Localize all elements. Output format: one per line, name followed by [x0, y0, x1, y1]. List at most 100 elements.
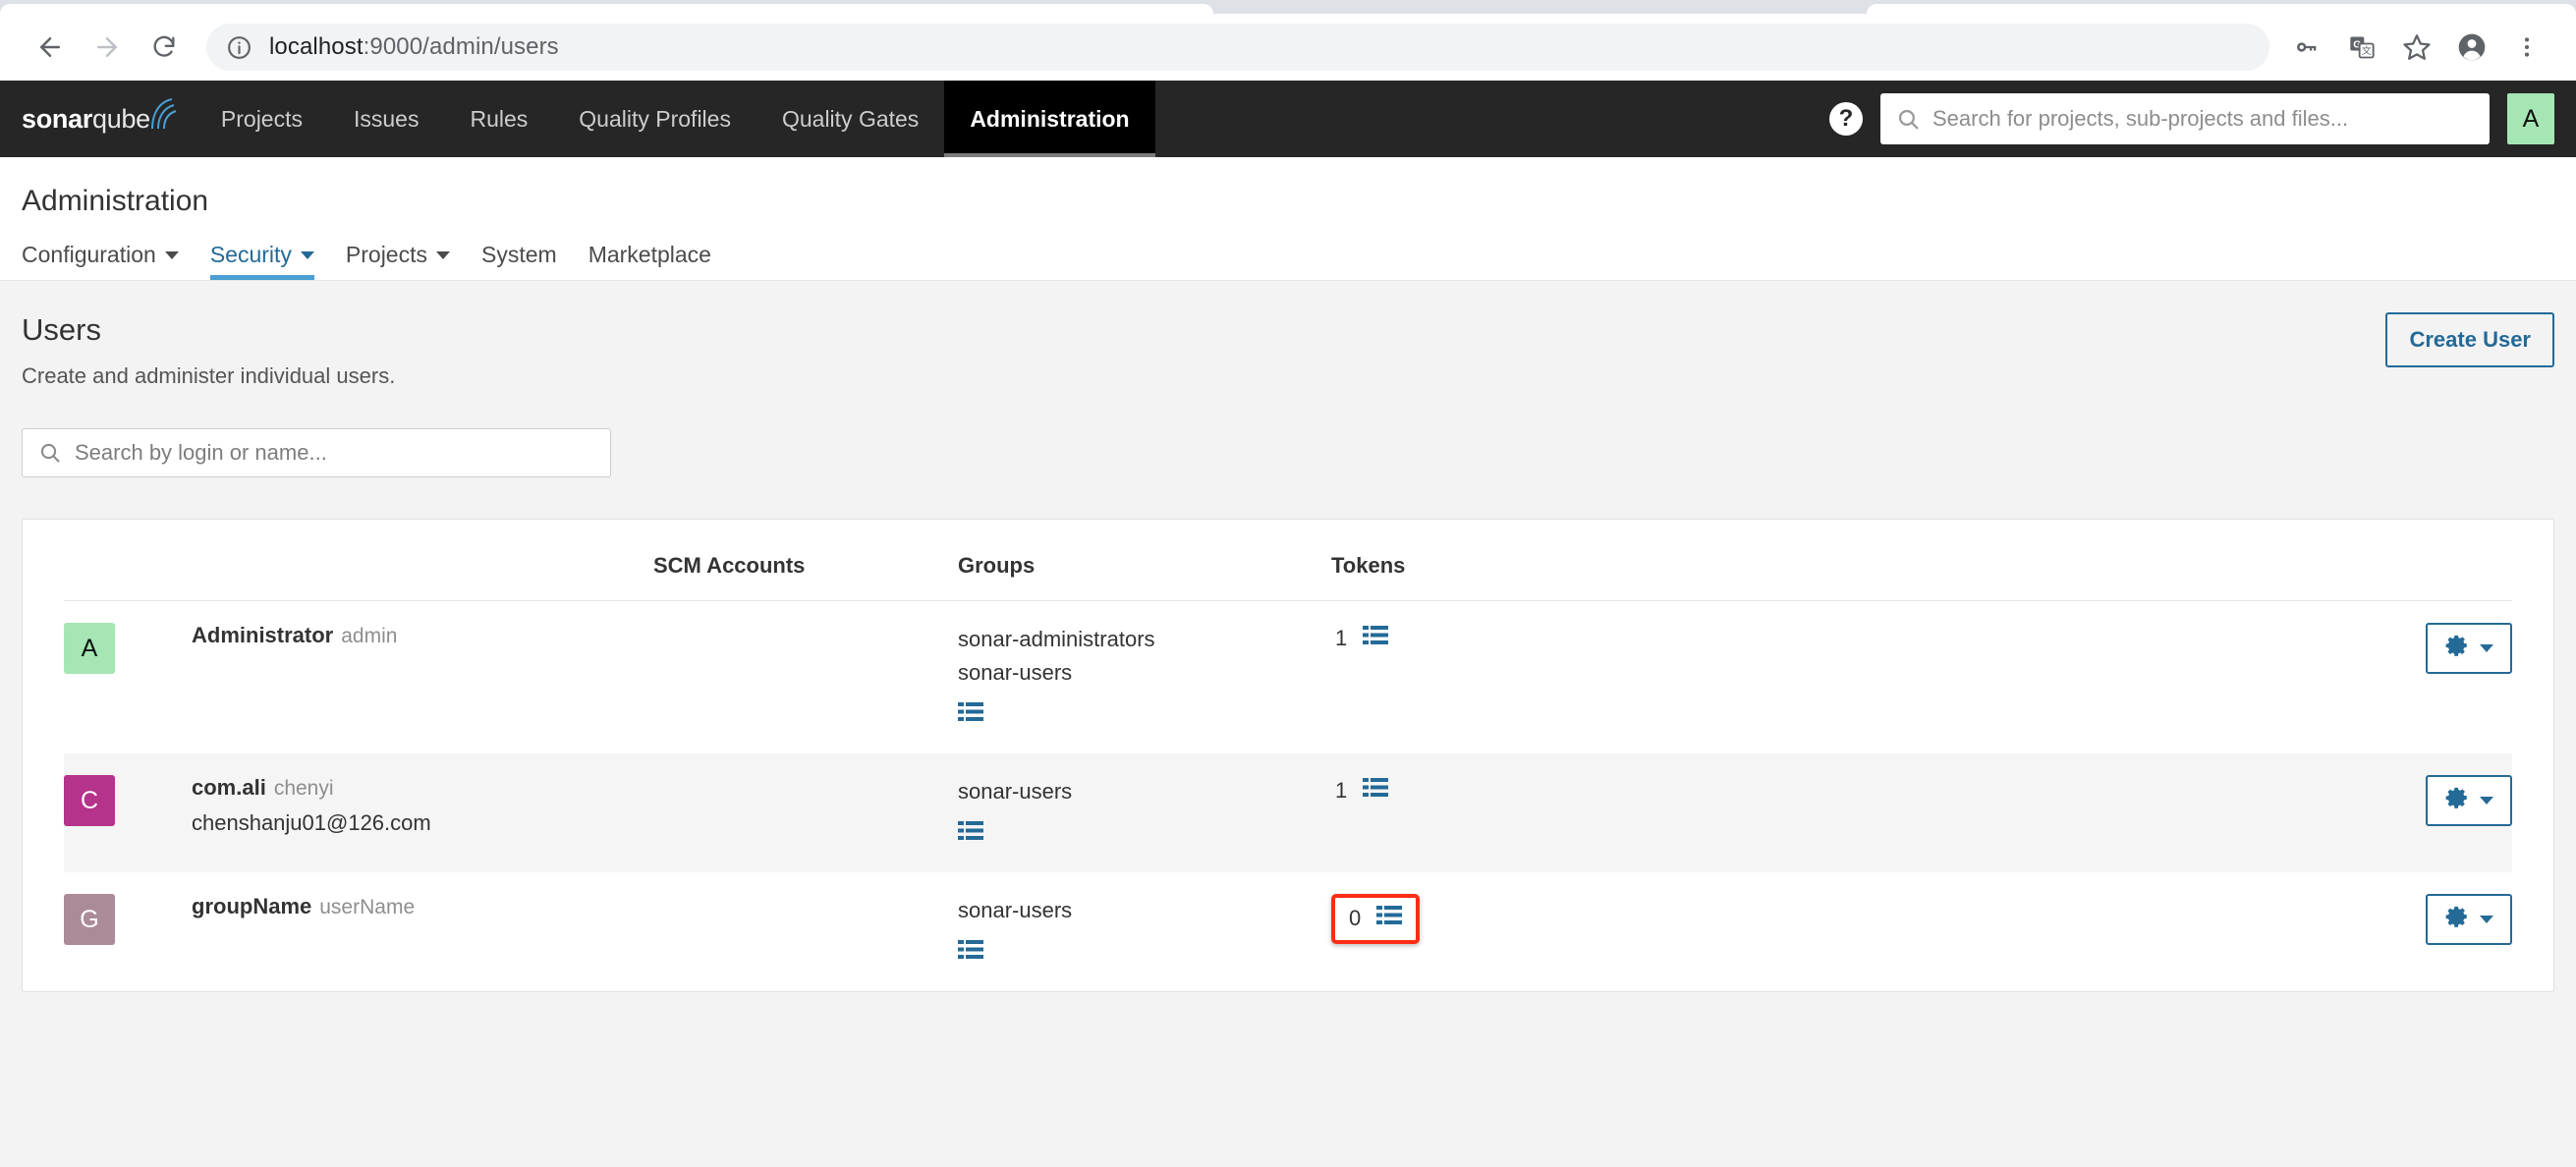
tokens-group-highlighted[interactable]: 0 — [1331, 894, 1421, 945]
nav-item-issues[interactable]: Issues — [328, 81, 444, 157]
tab-label: Security — [209, 242, 292, 267]
profile-icon[interactable] — [2444, 20, 2499, 75]
group-name: sonar-users — [958, 660, 1073, 686]
cell-scm-accounts — [653, 872, 958, 991]
tab-marketplace[interactable]: Marketplace — [573, 242, 727, 280]
password-key-icon[interactable] — [2279, 20, 2334, 75]
navbar-right-group: ? Search for projects, sub-projects and … — [1829, 81, 2576, 157]
user-login: userName — [319, 896, 416, 919]
sonar-wave-icon — [150, 98, 177, 130]
tab-system[interactable]: System — [466, 242, 573, 280]
user-login: admin — [341, 625, 398, 647]
table-row[interactable]: G groupName userName sonar-users 0 — [64, 872, 2512, 991]
global-search-input[interactable]: Search for projects, sub-projects and fi… — [1880, 93, 2490, 144]
cell-actions — [1773, 601, 2512, 754]
back-arrow-icon[interactable] — [22, 19, 79, 76]
more-menu-icon[interactable] — [2499, 20, 2554, 75]
nav-item-rules[interactable]: Rules — [444, 81, 553, 157]
nav-item-administration[interactable]: Administration — [944, 81, 1155, 157]
site-info-icon[interactable] — [226, 34, 252, 61]
page-subtitle: Create and administer individual users. — [22, 363, 396, 388]
cell-tokens: 0 — [1331, 872, 1773, 991]
avatar[interactable]: A — [2507, 93, 2554, 144]
nav-item-quality-gates[interactable]: Quality Gates — [756, 81, 944, 157]
tab-label: System — [481, 242, 557, 267]
cell-avatar: G — [64, 872, 192, 991]
tokens-count: 1 — [1335, 625, 1348, 650]
cell-scm-accounts — [653, 753, 958, 873]
group-name: sonar-users — [958, 898, 1073, 923]
cell-tokens: 1 — [1331, 601, 1773, 754]
col-groups: Groups — [958, 520, 1331, 601]
user-name: com.ali — [192, 775, 266, 801]
tab-projects[interactable]: Projects — [330, 242, 466, 280]
sonarqube-logo[interactable]: sonarqube — [0, 81, 196, 157]
row-settings-button[interactable] — [2426, 894, 2512, 946]
avatar-letter: C — [80, 786, 99, 814]
nav-label: Quality Profiles — [579, 105, 731, 132]
table-row[interactable]: A Administrator admin sonar-administrator… — [64, 601, 2512, 754]
create-user-button[interactable]: Create User — [2385, 312, 2554, 367]
logo-thin-text: qube — [92, 103, 150, 134]
help-icon[interactable]: ? — [1829, 102, 1863, 136]
user-login: chenyi — [273, 777, 334, 801]
browser-tab[interactable] — [0, 4, 1213, 14]
row-settings-button[interactable] — [2426, 623, 2512, 674]
translate-icon[interactable]: G文 — [2334, 20, 2389, 75]
table-header: SCM Accounts Groups Tokens — [64, 520, 2512, 601]
nav-label: Rules — [470, 105, 529, 132]
tab-configuration[interactable]: Configuration — [22, 242, 195, 280]
browser-tab[interactable] — [1867, 4, 2576, 14]
cell-avatar: A — [64, 601, 192, 754]
admin-tabs: Configuration Security Projects System M… — [0, 242, 2576, 280]
cell-tokens: 1 — [1331, 753, 1773, 873]
nav-item-quality-profiles[interactable]: Quality Profiles — [553, 81, 756, 157]
nav-item-projects[interactable]: Projects — [196, 81, 328, 157]
cell-user: groupName userName — [192, 872, 653, 991]
user-name: groupName — [192, 894, 312, 919]
list-icon[interactable] — [958, 939, 983, 966]
cell-avatar: C — [64, 753, 192, 873]
tokens-group[interactable]: 1 — [1331, 623, 1392, 653]
tokens-count: 1 — [1335, 777, 1348, 803]
logo-bold-text: sonar — [22, 103, 93, 134]
cell-groups: sonar-users — [958, 872, 1331, 991]
cell-actions — [1773, 753, 2512, 873]
page-title: Users — [22, 312, 101, 347]
help-glyph: ? — [1838, 105, 1854, 132]
list-icon[interactable] — [1376, 905, 1403, 931]
chevron-down-icon — [2480, 916, 2493, 924]
search-input[interactable]: Search by login or name... — [22, 428, 611, 477]
list-icon[interactable] — [1363, 625, 1389, 651]
gear-icon — [2444, 785, 2470, 816]
forward-arrow-icon[interactable] — [79, 19, 136, 76]
list-icon[interactable] — [1363, 777, 1389, 804]
chevron-down-icon — [436, 250, 450, 259]
chevron-down-icon — [2480, 644, 2493, 652]
tab-label: Marketplace — [588, 242, 711, 267]
reload-icon[interactable] — [136, 19, 193, 76]
address-bar[interactable]: localhost:9000/admin/users — [206, 24, 2269, 71]
tab-security[interactable]: Security — [195, 242, 330, 280]
gear-icon — [2444, 633, 2470, 664]
tab-label: Projects — [345, 242, 427, 267]
list-icon[interactable] — [958, 701, 983, 728]
page-header: Users Create and administer individual u… — [22, 281, 2554, 389]
col-scm-accounts: SCM Accounts — [653, 520, 958, 601]
avatar: G — [64, 894, 115, 946]
row-settings-button[interactable] — [2426, 775, 2512, 827]
nav-label: Administration — [970, 105, 1130, 132]
search-placeholder: Search by login or name... — [75, 440, 327, 465]
cell-user: Administrator admin — [192, 601, 653, 754]
user-email: chenshanju01@126.com — [192, 810, 431, 836]
avatar-letter: A — [2522, 104, 2540, 133]
list-icon[interactable] — [958, 820, 983, 847]
browser-toolbar: localhost:9000/admin/users G文 — [0, 14, 2576, 81]
table-row[interactable]: C com.ali chenyi chenshanju01@126.com son… — [64, 753, 2512, 873]
col-actions — [1773, 520, 2512, 601]
chevron-down-icon — [2480, 797, 2493, 806]
sonarqube-navbar: sonarqube Projects Issues Rules Quality … — [0, 81, 2576, 157]
tab-label: Configuration — [22, 242, 156, 267]
tokens-group[interactable]: 1 — [1331, 775, 1392, 806]
bookmark-star-icon[interactable] — [2389, 20, 2444, 75]
